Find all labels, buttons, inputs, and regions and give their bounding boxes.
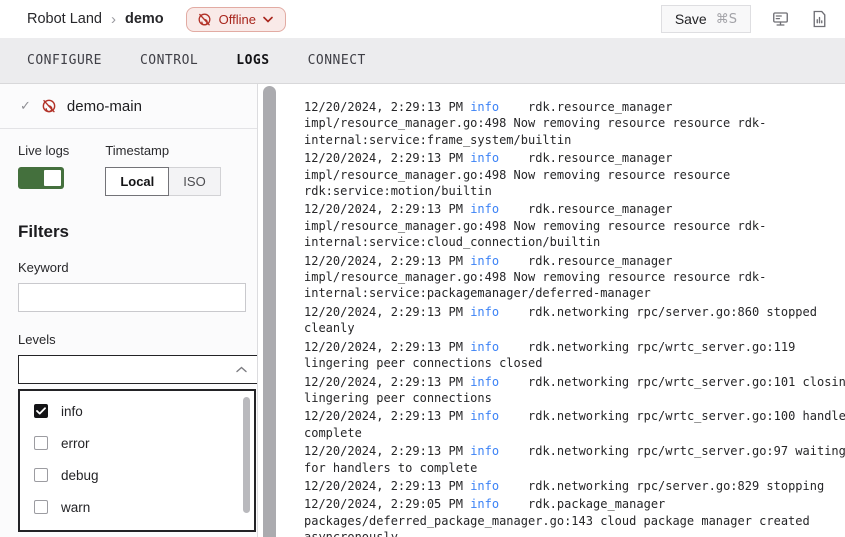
log-entry: 12/20/2024, 2:29:13 PM info rdk.networki… xyxy=(304,478,845,494)
log-message: rdk.networking rpc/server.go:829 stoppin… xyxy=(528,479,824,493)
log-level: info xyxy=(470,340,499,354)
log-list: 12/20/2024, 2:29:13 PM info rdk.resource… xyxy=(304,99,845,537)
level-option-label: error xyxy=(61,436,90,451)
page-scrollbar[interactable] xyxy=(258,84,278,537)
log-entry: 12/20/2024, 2:29:05 PM info rdk.package_… xyxy=(304,496,845,537)
live-logs-toggle[interactable] xyxy=(18,167,64,189)
levels-select[interactable] xyxy=(18,355,258,384)
machine-selector-row[interactable]: ✓ demo-main xyxy=(0,84,257,129)
chevron-up-icon xyxy=(236,366,247,373)
log-entry: 12/20/2024, 2:29:13 PM info rdk.resource… xyxy=(304,253,845,302)
log-timestamp: 12/20/2024, 2:29:13 PM xyxy=(304,340,463,354)
timestamp-label: Timestamp xyxy=(105,143,220,158)
offline-slash-icon xyxy=(41,98,57,114)
timestamp-option-local[interactable]: Local xyxy=(105,167,169,196)
level-option-debug[interactable]: debug xyxy=(20,459,254,491)
level-option-label: debug xyxy=(61,468,99,483)
checkbox-icon[interactable] xyxy=(34,468,48,482)
log-entry: 12/20/2024, 2:29:13 PM info rdk.resource… xyxy=(304,150,845,199)
log-timestamp: 12/20/2024, 2:29:13 PM xyxy=(304,479,463,493)
log-timestamp: 12/20/2024, 2:29:13 PM xyxy=(304,305,463,319)
breadcrumb-parent[interactable]: Robot Land xyxy=(27,11,102,27)
level-option-label: fatal xyxy=(61,532,87,533)
level-option-info[interactable]: info xyxy=(20,395,254,427)
level-option-fatal[interactable]: fatal xyxy=(20,523,254,532)
level-option-error[interactable]: error xyxy=(20,427,254,459)
level-option-label: warn xyxy=(61,500,90,515)
tab-connect[interactable]: CONNECT xyxy=(308,53,366,68)
toggle-knob xyxy=(44,170,61,186)
log-entry: 12/20/2024, 2:29:13 PM info rdk.networki… xyxy=(304,374,845,407)
log-level: info xyxy=(470,254,499,268)
log-level: info xyxy=(470,202,499,216)
log-entry: 12/20/2024, 2:29:13 PM info rdk.networki… xyxy=(304,443,845,476)
log-timestamp: 12/20/2024, 2:29:13 PM xyxy=(304,100,463,114)
log-level: info xyxy=(470,444,499,458)
keyword-label: Keyword xyxy=(18,260,239,275)
tab-control[interactable]: CONTROL xyxy=(140,53,198,68)
logs-sidebar: ✓ demo-main Live logs Timestamp LocalISO xyxy=(0,84,258,537)
log-timestamp: 12/20/2024, 2:29:05 PM xyxy=(304,497,463,511)
level-option-label: info xyxy=(61,404,83,419)
status-badge-label: Offline xyxy=(219,12,256,27)
machine-part-name: demo-main xyxy=(67,98,142,115)
tab-bar: CONFIGURE CONTROL LOGS CONNECT xyxy=(0,38,845,84)
log-level: info xyxy=(470,151,499,165)
offline-slash-icon xyxy=(197,12,212,27)
breadcrumb-separator-icon: › xyxy=(111,11,116,28)
log-entry: 12/20/2024, 2:29:13 PM info rdk.networki… xyxy=(304,339,845,372)
top-bar: Robot Land › demo Offline Save ⌘S xyxy=(0,0,845,38)
log-level: info xyxy=(470,479,499,493)
log-timestamp: 12/20/2024, 2:29:13 PM xyxy=(304,409,463,423)
filters-title: Filters xyxy=(18,222,239,242)
tab-configure[interactable]: CONFIGURE xyxy=(27,53,102,68)
checkbox-icon[interactable] xyxy=(34,500,48,514)
log-output-pane[interactable]: 12/20/2024, 2:29:13 PM info rdk.resource… xyxy=(278,84,845,537)
log-entry: 12/20/2024, 2:29:13 PM info rdk.resource… xyxy=(304,99,845,148)
checkbox-icon[interactable] xyxy=(34,436,48,450)
log-level: info xyxy=(470,409,499,423)
dropdown-scrollbar-thumb[interactable] xyxy=(243,397,250,513)
machine-monitor-icon[interactable] xyxy=(769,8,792,30)
save-shortcut: ⌘S xyxy=(716,12,737,27)
timestamp-segmented-control: LocalISO xyxy=(105,167,220,196)
breadcrumb: Robot Land › demo xyxy=(27,11,164,28)
log-level: info xyxy=(470,375,499,389)
live-logs-label: Live logs xyxy=(18,143,69,158)
save-button[interactable]: Save ⌘S xyxy=(661,5,751,33)
log-timestamp: 12/20/2024, 2:29:13 PM xyxy=(304,151,463,165)
chevron-down-icon xyxy=(263,16,273,23)
levels-dropdown-panel: info error debug xyxy=(18,389,256,532)
levels-label: Levels xyxy=(18,332,239,347)
keyword-input[interactable] xyxy=(18,283,246,312)
save-button-label: Save xyxy=(675,11,707,27)
log-level: info xyxy=(470,100,499,114)
level-option-warn[interactable]: warn xyxy=(20,491,254,523)
log-level: info xyxy=(470,497,499,511)
file-chart-icon[interactable] xyxy=(810,8,829,30)
tab-logs[interactable]: LOGS xyxy=(236,53,269,68)
checkbox-icon[interactable] xyxy=(34,404,48,418)
timestamp-option-iso[interactable]: ISO xyxy=(168,167,220,196)
breadcrumb-current: demo xyxy=(125,11,164,27)
log-entry: 12/20/2024, 2:29:13 PM info rdk.resource… xyxy=(304,201,845,250)
check-icon: ✓ xyxy=(20,98,31,114)
log-timestamp: 12/20/2024, 2:29:13 PM xyxy=(304,444,463,458)
log-timestamp: 12/20/2024, 2:29:13 PM xyxy=(304,254,463,268)
log-timestamp: 12/20/2024, 2:29:13 PM xyxy=(304,202,463,216)
levels-option-list: info error debug xyxy=(20,391,254,532)
machine-status-badge[interactable]: Offline xyxy=(186,7,286,32)
log-entry: 12/20/2024, 2:29:13 PM info rdk.networki… xyxy=(304,304,845,337)
log-entry: 12/20/2024, 2:29:13 PM info rdk.networki… xyxy=(304,408,845,441)
log-timestamp: 12/20/2024, 2:29:13 PM xyxy=(304,375,463,389)
page-scrollbar-thumb[interactable] xyxy=(263,86,276,537)
log-level: info xyxy=(470,305,499,319)
